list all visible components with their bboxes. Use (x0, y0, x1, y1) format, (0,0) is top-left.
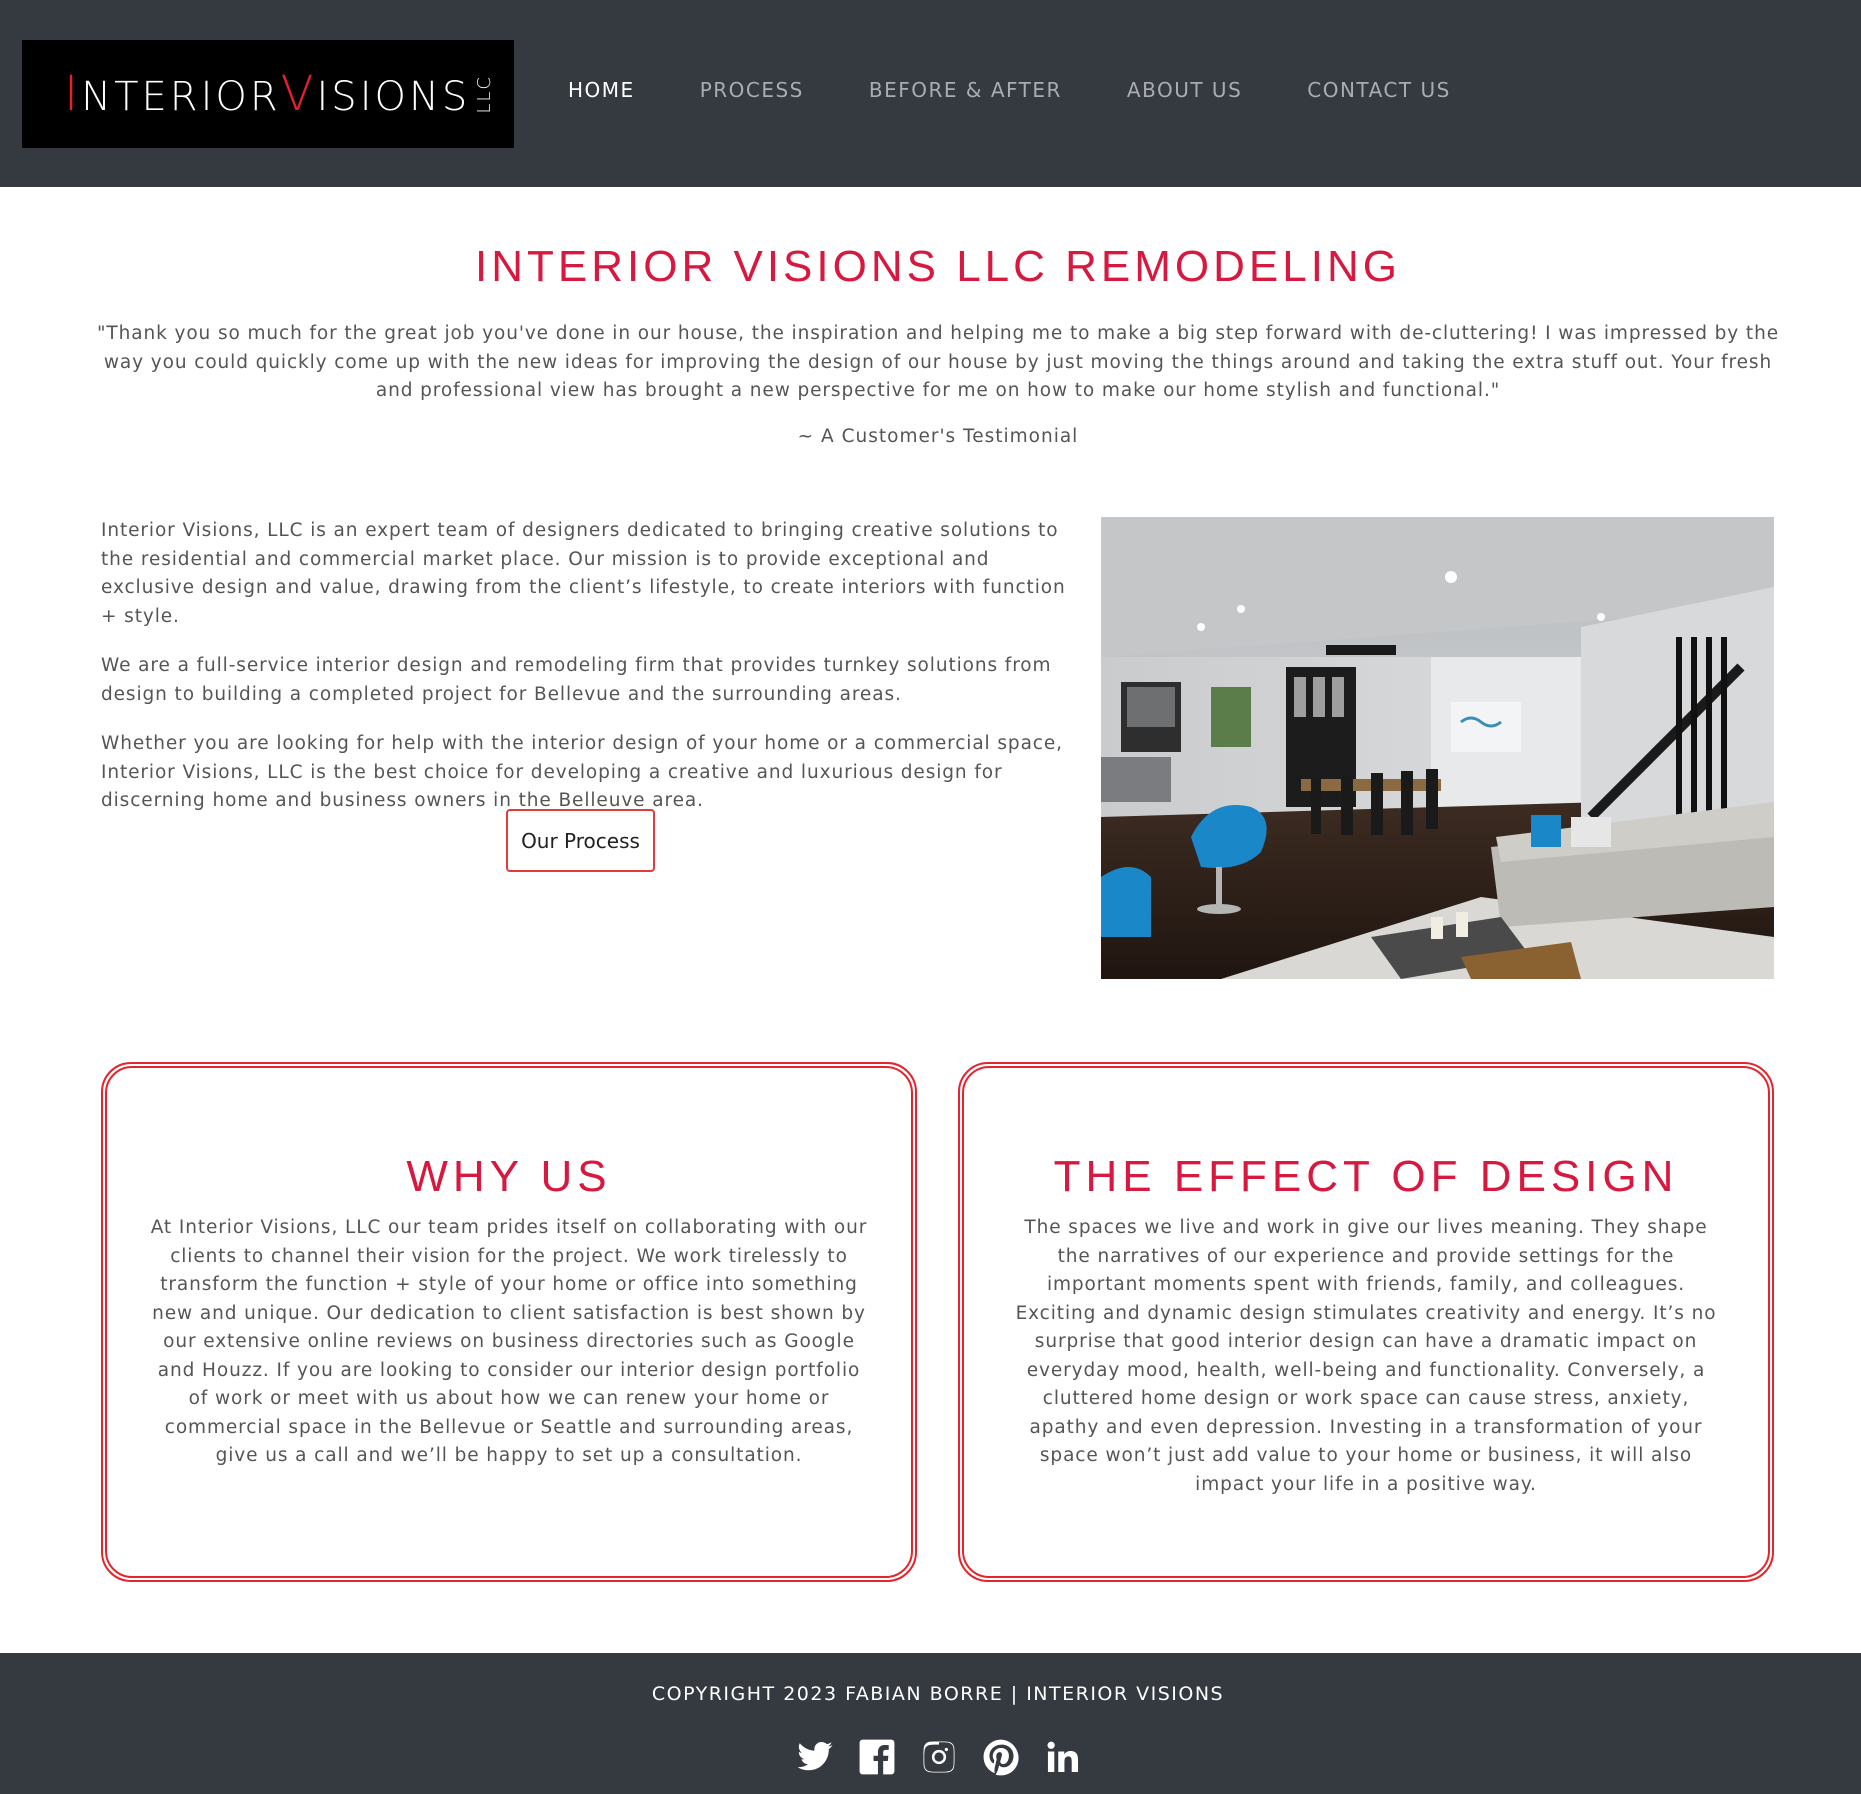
intro-paragraph: We are a full-service interior design an… (101, 655, 1052, 705)
logo-text-interior: NTERIOR (81, 74, 281, 120)
nav-contact-us[interactable]: CONTACT US (1307, 78, 1451, 102)
site-header: I NTERIOR V ISIONS LLC HOME PROCESS BEFO… (0, 0, 1861, 187)
facebook-icon[interactable] (857, 1737, 897, 1777)
nav-process[interactable]: PROCESS (700, 78, 804, 102)
nav-before-after[interactable]: BEFORE & AFTER (869, 78, 1062, 102)
nav-about-us[interactable]: ABOUT US (1127, 78, 1242, 102)
testimonial-attribution: ~ A Customer's Testimonial (797, 426, 1079, 447)
site-logo[interactable]: I NTERIOR V ISIONS LLC (22, 40, 514, 148)
intro-paragraph: Interior Visions, LLC is an expert team … (101, 520, 1066, 627)
site-footer: COPYRIGHT 2023 FABIAN BORRE | INTERIOR V… (0, 1653, 1861, 1794)
logo-letter-v: V (280, 66, 317, 122)
intro-paragraph: Whether you are looking for help with th… (101, 733, 1063, 811)
effect-of-design-card: THE EFFECT OF DESIGN The spaces we live … (958, 1062, 1774, 1582)
why-us-body: At Interior Visions, LLC our team prides… (150, 1217, 868, 1466)
copyright-text: COPYRIGHT 2023 FABIAN BORRE | INTERIOR V… (651, 1683, 1225, 1705)
instagram-icon[interactable] (919, 1737, 959, 1777)
effect-of-design-title: THE EFFECT OF DESIGN (1053, 1152, 1679, 1201)
nav-home[interactable]: HOME (568, 78, 635, 102)
social-links (795, 1737, 1083, 1777)
page-title: INTERIOR VISIONS LLC REMODELING (475, 242, 1401, 291)
testimonial-quote: "Thank you so much for the great job you… (96, 323, 1779, 401)
logo-wordmark: I NTERIOR V ISIONS LLC (64, 66, 495, 122)
why-us-card: WHY US At Interior Visions, LLC our team… (101, 1062, 917, 1582)
effect-of-design-body: The spaces we live and work in give our … (1015, 1217, 1717, 1495)
pinterest-icon[interactable] (981, 1737, 1021, 1777)
living-room-illustration (1101, 517, 1774, 979)
intro-section: Interior Visions, LLC is an expert team … (101, 517, 1071, 837)
twitter-icon[interactable] (795, 1737, 835, 1777)
living-room-photo (1101, 517, 1774, 979)
logo-letter-i: I (64, 66, 82, 122)
why-us-title: WHY US (406, 1152, 612, 1201)
main-nav: HOME PROCESS BEFORE & AFTER ABOUT US CON… (568, 78, 1516, 102)
logo-suffix-llc: LLC (474, 74, 496, 114)
logo-text-visions: ISIONS (316, 74, 471, 120)
linkedin-icon[interactable] (1043, 1737, 1083, 1777)
our-process-button[interactable]: Our Process (506, 809, 655, 872)
